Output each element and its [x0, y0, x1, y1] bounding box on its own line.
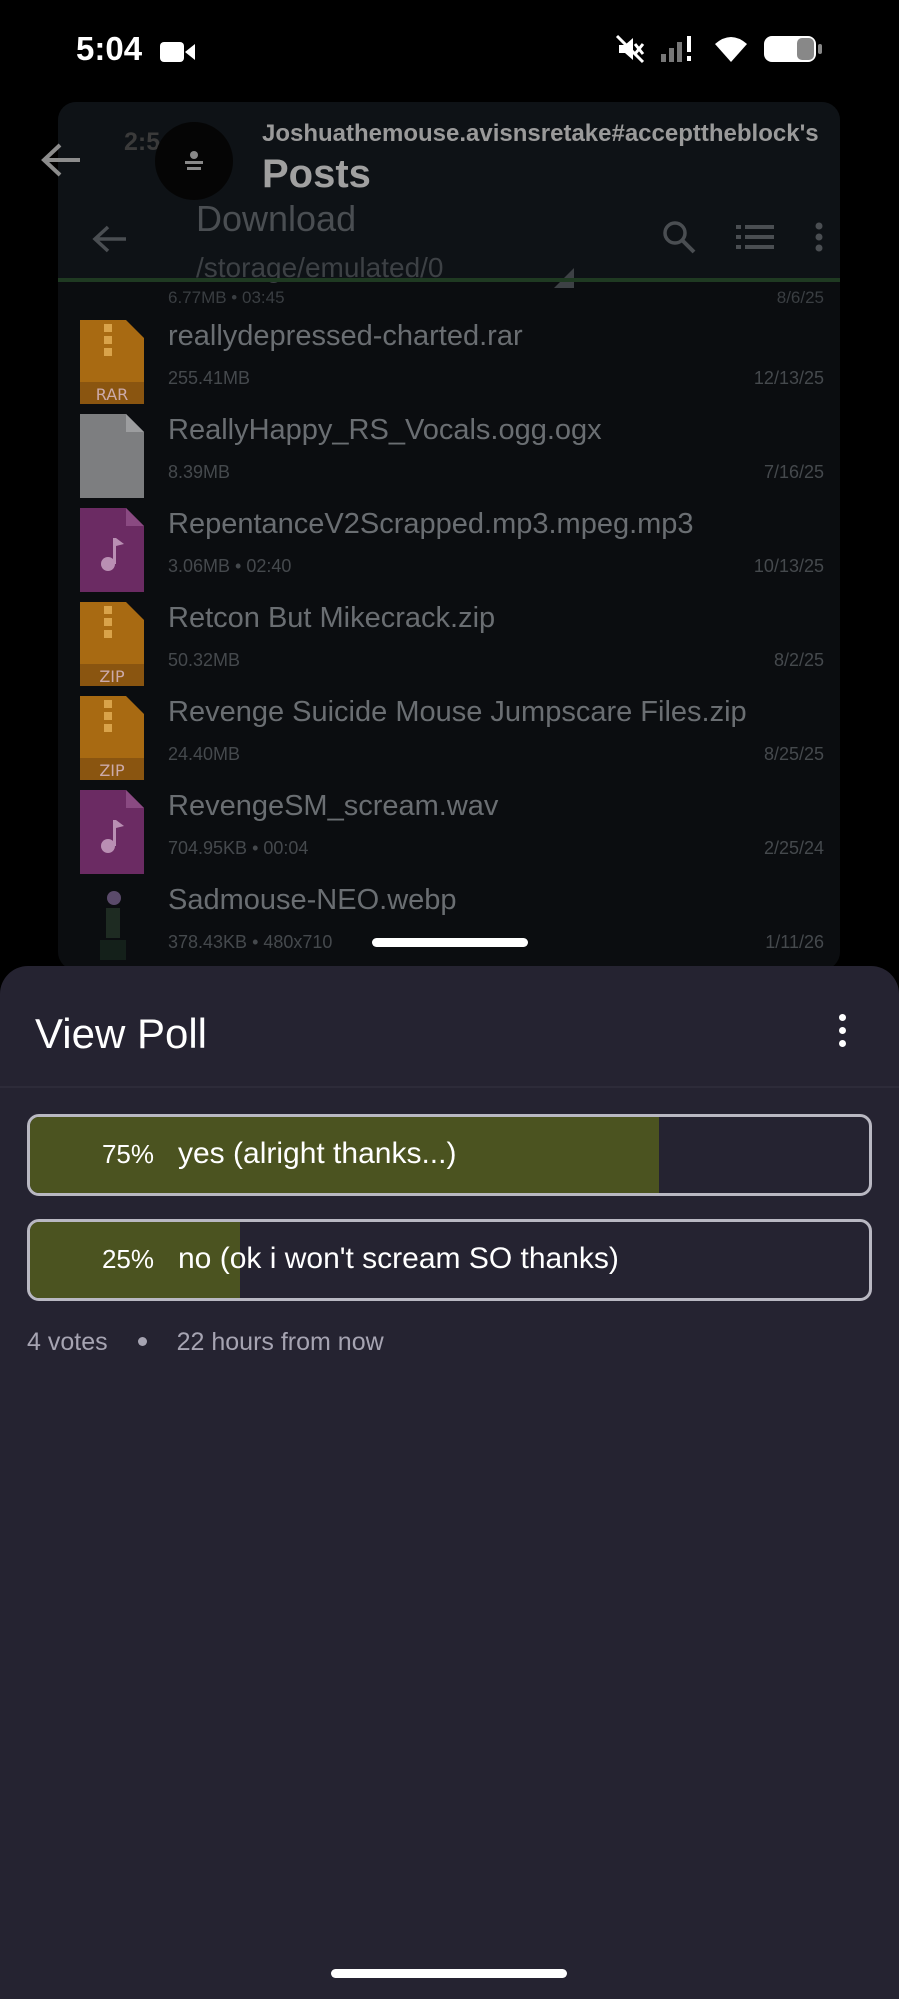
document-icon — [80, 414, 144, 498]
list-item: RAR reallydepressed-charted.rar 255.41MB… — [58, 312, 840, 406]
file-name: Retcon But Mikecrack.zip — [168, 602, 496, 634]
poll-option-label: no (ok i won't scream SO thanks) — [178, 1242, 619, 1275]
file-meta: 255.41MB — [168, 368, 251, 388]
home-indicator[interactable] — [331, 1969, 567, 1978]
background-post-view: Download /storage/emulated/0 6.77MB • 03… — [0, 100, 899, 970]
list-item: ReallyHappy_RS_Vocals.ogg.ogx 8.39MB 7/1… — [58, 406, 840, 500]
status-time: 5:04 — [76, 30, 143, 67]
file-manager-back-icon — [92, 225, 126, 253]
list-item: RepentanceV2Scrapped.mp3.mpeg.mp3 3.06MB… — [58, 500, 840, 594]
list-item: ZIP Retcon But Mikecrack.zip 50.32MB 8/2… — [58, 594, 840, 688]
file-meta: 6.77MB • 03:45 — [168, 288, 285, 307]
back-arrow-icon[interactable] — [40, 142, 82, 178]
zip-archive-icon: ZIP — [80, 696, 144, 780]
view-poll-sheet: View Poll 75% yes (alright thanks...) 25… — [0, 966, 899, 1999]
list-item: RevengeSM_scream.wav 704.95KB • 00:04 2/… — [58, 782, 840, 876]
svg-text:ZIP: ZIP — [99, 667, 125, 686]
file-name: Sadmouse-NEO.webp — [168, 884, 457, 916]
more-options-icon[interactable] — [837, 1014, 847, 1047]
poll-option-label: yes (alright thanks...) — [178, 1137, 457, 1170]
file-date: 8/6/25 — [776, 288, 824, 307]
file-date: 1/11/26 — [765, 932, 824, 952]
file-meta: 8.39MB — [168, 462, 231, 482]
rar-archive-icon: RAR — [80, 320, 144, 404]
file-name: ReallyHappy_RS_Vocals.ogg.ogx — [168, 414, 602, 446]
file-meta: 3.06MB • 02:40 — [168, 556, 292, 576]
video-camera-icon — [160, 42, 195, 62]
signal-icon — [661, 36, 691, 62]
file-meta: 50.32MB — [168, 650, 241, 670]
file-date: 12/13/25 — [753, 368, 824, 388]
list-item: ZIP Revenge Suicide Mouse Jumpscare File… — [58, 688, 840, 782]
status-bar: 5:04 — [0, 0, 899, 100]
sheet-header: View Poll — [0, 966, 899, 1088]
poll-percent: 75% — [101, 1139, 154, 1169]
file-date: 2/25/24 — [763, 838, 824, 858]
search-icon — [663, 221, 696, 254]
battery-icon — [764, 36, 822, 62]
avatar[interactable] — [155, 122, 233, 200]
mute-icon — [615, 34, 645, 64]
page-title: Posts — [262, 152, 371, 196]
file-name: RevengeSM_scream.wav — [168, 790, 499, 822]
file-date: 7/16/25 — [763, 462, 824, 482]
poll-percent: 25% — [101, 1244, 154, 1274]
image-thumbnail-icon — [80, 884, 144, 968]
file-date: 8/25/25 — [763, 744, 824, 764]
svg-text:RAR: RAR — [96, 385, 129, 404]
poll-footer: 4 votes 22 hours from now — [27, 1328, 384, 1357]
attached-screenshot: Download /storage/emulated/0 6.77MB • 03… — [58, 102, 840, 970]
screenshot-home-indicator — [372, 938, 528, 947]
svg-text:ZIP: ZIP — [99, 761, 125, 780]
file-meta: 704.95KB • 00:04 — [168, 838, 309, 858]
file-meta: 378.43KB • 480x710 — [168, 932, 333, 952]
file-name: reallydepressed-charted.rar — [168, 320, 523, 352]
list-view-icon — [736, 225, 774, 249]
wifi-icon — [715, 37, 747, 62]
file-date: 8/2/25 — [773, 650, 824, 670]
separator-dot — [137, 1336, 147, 1346]
poll-option-no[interactable]: 25% no (ok i won't scream SO thanks) — [27, 1219, 872, 1301]
vote-count: 4 votes — [27, 1328, 108, 1356]
file-manager-title: Download — [196, 198, 357, 239]
more-vert-icon — [815, 222, 823, 252]
file-name: RepentanceV2Scrapped.mp3.mpeg.mp3 — [168, 508, 694, 540]
poll-option-yes[interactable]: 75% yes (alright thanks...) — [27, 1114, 872, 1196]
audio-file-icon — [80, 508, 144, 592]
file-meta: 24.40MB — [168, 744, 241, 764]
audio-file-icon — [80, 790, 144, 874]
sheet-title: View Poll — [35, 1010, 207, 1057]
file-date: 10/13/25 — [753, 556, 824, 576]
list-item: Sadmouse-NEO.webp 378.43KB • 480x710 1/1… — [58, 876, 840, 970]
mouse-avatar-icon — [185, 151, 203, 170]
zip-archive-icon: ZIP — [80, 602, 144, 686]
poll-time-remaining: 22 hours from now — [176, 1328, 384, 1356]
post-author[interactable]: Joshuathemouse.avisnsretake#accepttheblo… — [262, 120, 819, 148]
file-name: Revenge Suicide Mouse Jumpscare Files.zi… — [168, 696, 747, 728]
